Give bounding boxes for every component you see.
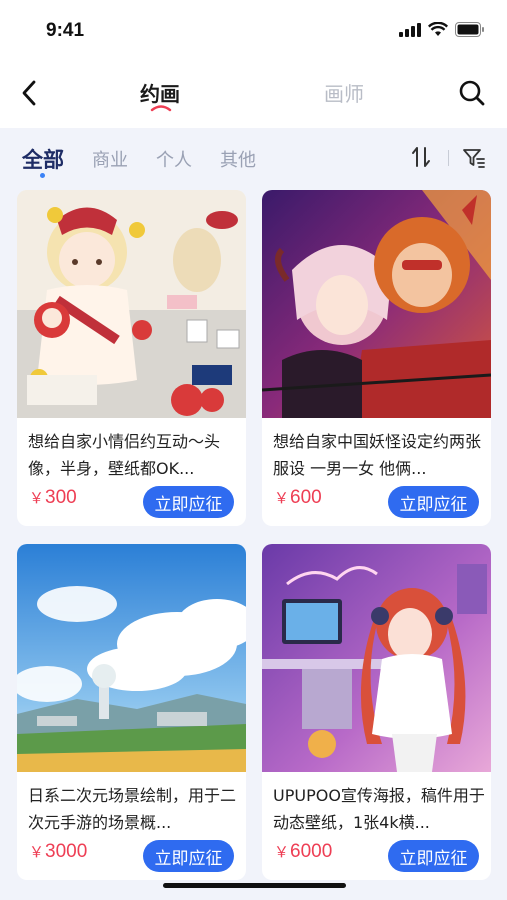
home-indicator (163, 883, 346, 888)
card-image (262, 544, 491, 772)
status-icons (399, 22, 485, 37)
category-business[interactable]: 商业 (92, 146, 128, 172)
battery-icon (455, 22, 484, 37)
nav-bar: 约画 画师 (0, 62, 507, 128)
apply-button[interactable]: 立即应征 (143, 486, 234, 518)
search-icon (459, 80, 485, 106)
apply-button[interactable]: 立即应征 (388, 840, 479, 872)
card-price: ￥300 (29, 487, 77, 508)
back-button[interactable] (14, 76, 44, 110)
category-all[interactable]: 全部 (22, 144, 64, 174)
signal-icon (399, 22, 421, 37)
card-image (17, 544, 246, 772)
card-price: ￥600 (274, 487, 322, 508)
card-title: 日系二次元场景绘制，用于二次元手游的场景概... (28, 786, 237, 832)
status-time: 9:41 (46, 20, 85, 41)
commission-card[interactable]: 日系二次元场景绘制，用于二次元手游的场景概... ￥3000 立即应征 (17, 544, 246, 880)
category-bar: 全部 商业 个人 其他 (0, 128, 507, 186)
wifi-icon (428, 22, 448, 36)
card-title: 想给自家中国妖怪设定约两张服设 一男一女 他俩... (273, 432, 482, 478)
card-image (262, 190, 491, 418)
chevron-left-icon (22, 80, 36, 106)
search-button[interactable] (455, 76, 489, 110)
tab-artist[interactable]: 画师 (324, 78, 364, 107)
apply-button[interactable]: 立即应征 (388, 486, 479, 518)
commission-card[interactable]: 想给自家小情侣约互动～头像，半身，壁纸都OK... ￥300 立即应征 (17, 190, 246, 526)
sort-icon[interactable] (410, 146, 432, 168)
tab-active-indicator (150, 105, 172, 112)
category-personal[interactable]: 个人 (156, 146, 192, 172)
commission-card[interactable]: 想给自家中国妖怪设定约两张服设 一男一女 他俩... ￥600 立即应征 (262, 190, 491, 526)
category-active-dot (40, 173, 45, 178)
tab-commission[interactable]: 约画 (140, 78, 180, 107)
card-title: UPUPOO宣传海报，稿件用于动态壁纸，1张4k横... (273, 786, 485, 832)
commission-card[interactable]: UPUPOO宣传海报，稿件用于动态壁纸，1张4k横... ￥6000 立即应征 (262, 544, 491, 880)
card-title: 想给自家小情侣约互动～头像，半身，壁纸都OK... (28, 432, 221, 478)
card-image (17, 190, 246, 418)
divider (448, 150, 449, 166)
card-price: ￥3000 (29, 841, 88, 862)
card-price: ￥6000 (274, 841, 333, 862)
category-other[interactable]: 其他 (220, 146, 256, 172)
apply-button[interactable]: 立即应征 (143, 840, 234, 872)
status-bar: 9:41 (0, 0, 507, 62)
filter-icon[interactable] (462, 147, 486, 169)
